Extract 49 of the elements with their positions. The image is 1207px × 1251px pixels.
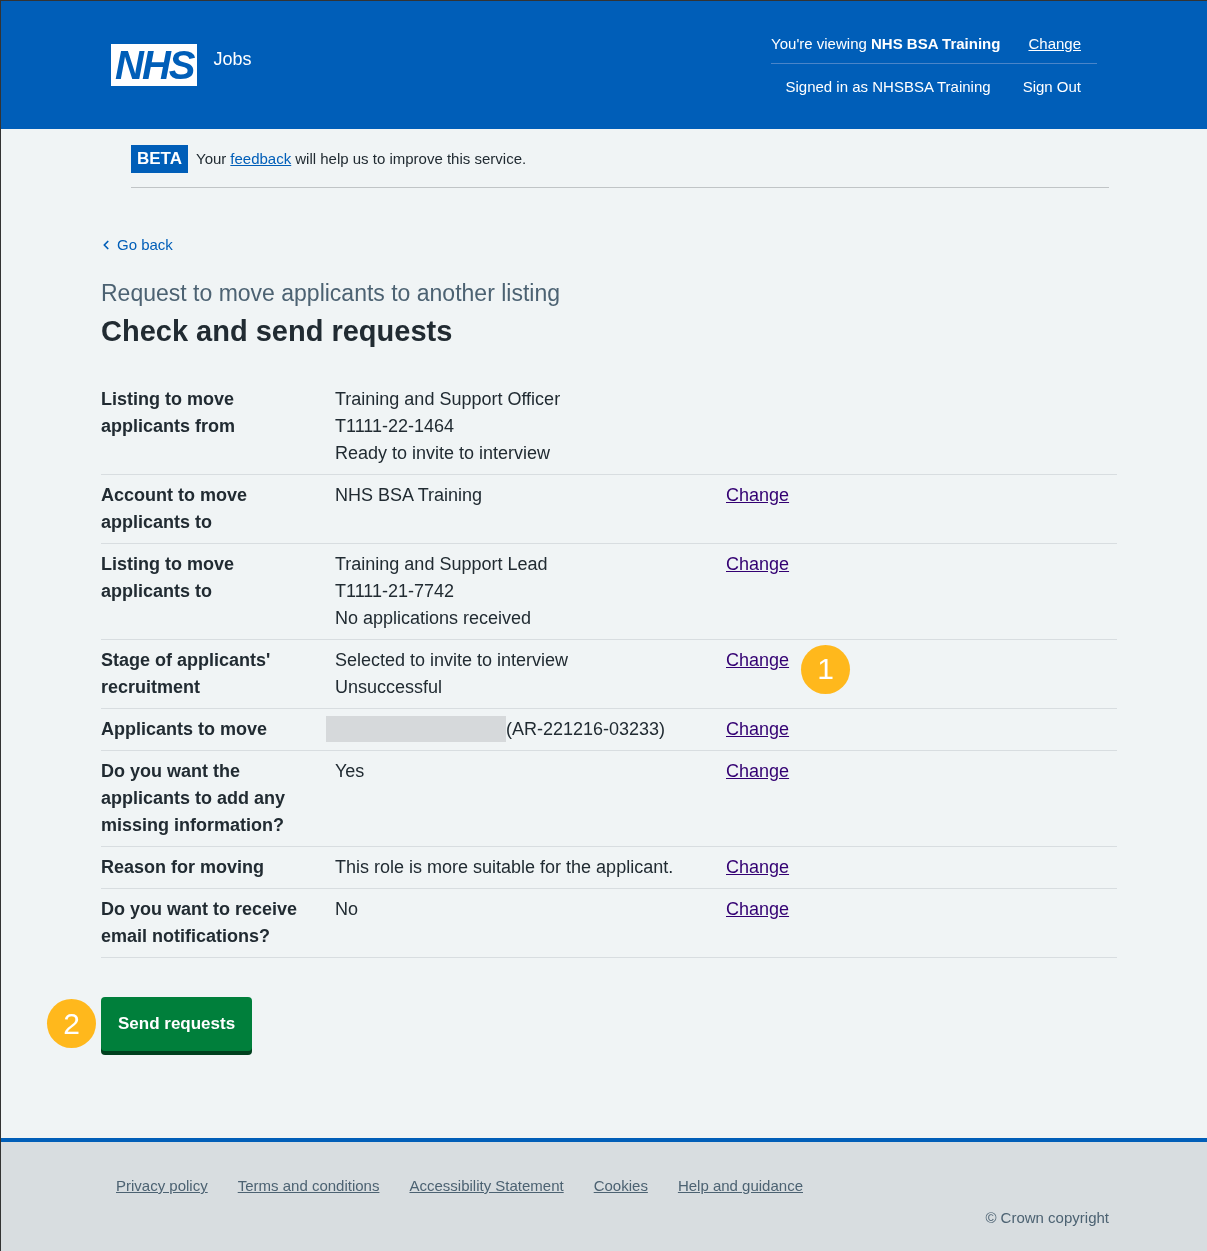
summary-value: Unsuccessful [335, 675, 443, 699]
step-number-badge: 2 [47, 999, 96, 1049]
summary-value: (AR-221216-03233) [506, 717, 666, 741]
summary-value: Ready to invite to interview [335, 441, 551, 465]
page-heading: Check and send requests [101, 313, 454, 349]
summary-key: Applicants to move [101, 715, 335, 743]
change-link[interactable]: Change [726, 481, 790, 509]
change-link[interactable]: Change [726, 757, 790, 785]
summary-value: No [335, 897, 358, 921]
change-link[interactable]: Change [726, 550, 790, 578]
change-account-link[interactable]: Change [1028, 33, 1081, 56]
step-number-badge: 1 [801, 644, 851, 694]
viewing-account-text: You're viewing NHS BSA Training [771, 34, 1001, 55]
summary-key: Do you want to receive email notifications? [101, 895, 335, 950]
summary-value: T1111-21-7742 [335, 579, 455, 603]
summary-value: Training and Support Lead [335, 552, 548, 576]
footer-link[interactable]: Terms and conditions [237, 1175, 380, 1198]
footer-link[interactable]: Cookies [593, 1175, 648, 1198]
summary-value: NHS BSA Training [335, 483, 483, 507]
signed-in-text: Signed in as NHSBSA Training [785, 77, 991, 98]
change-link[interactable]: Change [726, 895, 790, 923]
summary-key: Account to move applicants to [101, 481, 335, 536]
copyright-text: © Crown copyright [985, 1207, 1109, 1228]
sign-out-link[interactable]: Sign Out [1022, 76, 1081, 99]
footer-link[interactable]: Accessibility Statement [409, 1175, 564, 1198]
service-name: Jobs [213, 47, 252, 71]
summary-value: This role is more suitable for the applicant. [335, 855, 674, 879]
footer-link[interactable]: Privacy policy [116, 1175, 208, 1198]
nhs-logo: NHS [111, 44, 198, 86]
feedback-text: Your [196, 148, 227, 169]
feedback-text: will help us to improve this service. [295, 148, 527, 169]
change-link[interactable]: Change [726, 715, 790, 743]
summary-key: Do you want the applicants to add any missing information? [101, 757, 335, 839]
summary-value: T1111-22-1464 [335, 414, 455, 438]
page-caption: Request to move applicants to another listing [101, 279, 561, 308]
summary-value: Training and Support Officer [335, 387, 561, 411]
beta-tag: BETA [131, 145, 188, 173]
change-link[interactable]: Change [726, 853, 790, 881]
change-link[interactable]: Change [726, 646, 790, 674]
feedback-link[interactable]: feedback [230, 147, 292, 170]
back-link[interactable]: Go back [99, 233, 173, 256]
summary-value: Yes [335, 759, 365, 783]
footer-link[interactable]: Help and guidance [677, 1175, 803, 1198]
summary-key: Listing to move applicants to [101, 550, 335, 632]
summary-key: Listing to move applicants from [101, 385, 335, 467]
summary-key: Stage of applicants' recruitment [101, 646, 335, 701]
summary-key: Reason for moving [101, 853, 335, 881]
summary-value: No applications received [335, 606, 532, 630]
summary-value: Selected to invite to interview [335, 648, 569, 672]
